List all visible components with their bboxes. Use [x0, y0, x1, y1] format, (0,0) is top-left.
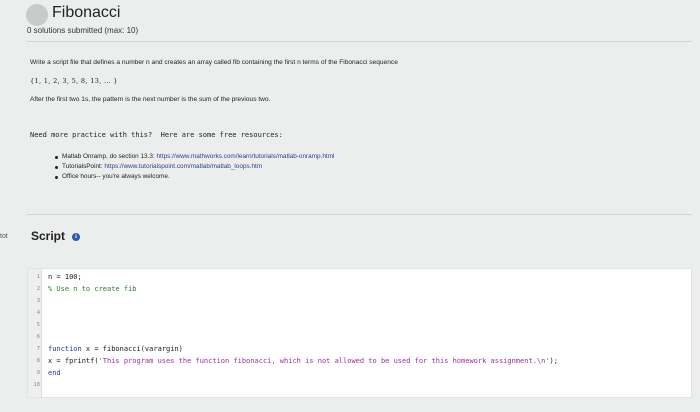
line-number: 10: [33, 382, 40, 388]
resource-list: Matlab Onramp, do section 13.3: https://…: [55, 152, 334, 182]
page-title: Fibonacci: [52, 4, 121, 21]
description-text: Write a script file that defines a numbe…: [30, 59, 398, 66]
practice-heading: Need more practice with this? Here are s…: [30, 131, 283, 139]
info-icon[interactable]: i: [72, 233, 80, 241]
code-end-line: end: [48, 368, 61, 378]
divider: [27, 41, 692, 42]
code-editor[interactable]: 1 n = 100; 2 % Use n to create fib 3 4 5…: [27, 268, 692, 398]
code-line[interactable]: 3: [28, 296, 691, 306]
line-number: 7: [36, 346, 40, 352]
line-number: 4: [36, 310, 40, 316]
submission-count: 0 solutions submitted (max: 10): [27, 26, 139, 35]
matlab-onramp-link[interactable]: https://www.mathworks.com/learn/tutorial…: [157, 153, 335, 160]
resource-label: Matlab Onramp, do section 13.3:: [62, 153, 157, 160]
code-line[interactable]: 7 function x = fibonacci(varargin): [28, 344, 691, 354]
resource-label: TutorialsPoint:: [62, 163, 105, 170]
code-line[interactable]: 10: [28, 380, 691, 390]
fibonacci-sequence: {1, 1, 2, 3, 5, 8, 13, … }: [30, 77, 118, 85]
code-text: n = 100;: [48, 273, 82, 281]
divider: [27, 214, 692, 215]
keyword-function: function: [48, 345, 82, 353]
resource-item: Matlab Onramp, do section 13.3: https://…: [55, 152, 334, 162]
code-line[interactable]: 5: [28, 320, 691, 330]
string-literal: 'This program uses the function fibonacc…: [98, 357, 550, 365]
code-comment: % Use n to create fib: [48, 285, 137, 293]
code-line[interactable]: 1 n = 100;: [28, 272, 691, 282]
resource-item: Office hours-- you're always welcome.: [55, 172, 334, 182]
side-label: tot: [0, 233, 8, 240]
code-line[interactable]: 6: [28, 332, 691, 342]
line-number: 5: [36, 322, 40, 328]
code-line[interactable]: 4: [28, 308, 691, 318]
line-number: 6: [36, 334, 40, 340]
status-circle-icon: [26, 4, 48, 26]
line-number: 3: [36, 298, 40, 304]
code-line[interactable]: 8 x = fprintf('This program uses the fun…: [28, 356, 691, 366]
keyword-end: end: [48, 369, 61, 377]
tutorialspoint-link[interactable]: https://www.tutorialspoint.com/matlab/ma…: [104, 163, 262, 170]
line-number: 9: [36, 370, 40, 376]
code-line[interactable]: 2 % Use n to create fib: [28, 284, 691, 294]
code-printf-line: x = fprintf('This program uses the funct…: [48, 357, 558, 365]
line-number: 8: [36, 358, 40, 364]
resource-item: TutorialsPoint: https://www.tutorialspoi…: [55, 162, 334, 172]
code-line[interactable]: 9 end: [28, 368, 691, 378]
code-function-line: function x = fibonacci(varargin): [48, 345, 183, 353]
resource-label: Office hours-- you're always welcome.: [62, 173, 170, 180]
script-title: Script: [31, 229, 66, 243]
page: Fibonacci 0 solutions submitted (max: 10…: [0, 0, 700, 412]
description-pattern: After the first two 1s, the pattern is t…: [30, 96, 271, 103]
line-number: 2: [36, 286, 40, 292]
line-number: 1: [36, 274, 40, 280]
